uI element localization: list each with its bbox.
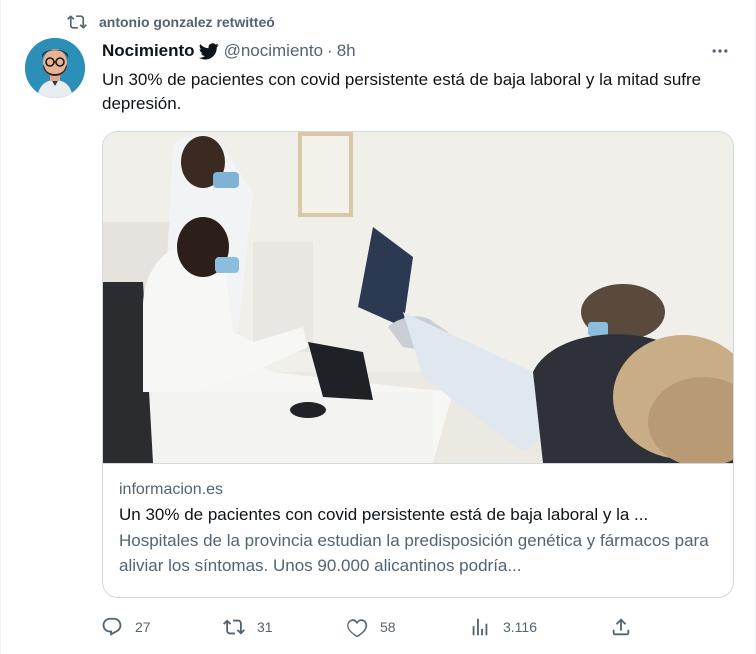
more-options-button[interactable]	[705, 38, 735, 64]
reply-count: 27	[135, 619, 151, 635]
twitter-bird-icon	[198, 43, 219, 60]
retweet-action-icon	[223, 619, 245, 635]
separator-dot: ·	[327, 41, 333, 60]
views-button[interactable]: 3.116	[469, 613, 537, 641]
retweet-button[interactable]: 31	[223, 613, 273, 641]
tweet-actions: 27 31 58 3.116	[101, 613, 641, 641]
heart-icon	[347, 619, 368, 638]
more-dots-icon	[712, 49, 728, 53]
link-description: Hospitales de la provincia estudian la p…	[119, 531, 709, 575]
link-card-meta: informacion.es Un 30% de pacientes con c…	[103, 463, 733, 597]
tweet-text: Un 30% de pacientes con covid persistent…	[102, 70, 702, 113]
tweet-card[interactable]: antonio gonzalez retwitteó Nocimiento @n…	[0, 0, 756, 654]
author-name[interactable]: Nocimiento	[102, 41, 195, 61]
retweet-count: 31	[257, 619, 273, 635]
tweet-header: Nocimiento @nocimiento · 8h	[102, 38, 739, 64]
retweet-icon	[67, 15, 87, 29]
link-title: Un 30% de pacientes con covid persistent…	[119, 505, 649, 524]
reply-icon	[102, 617, 122, 636]
share-icon	[612, 618, 630, 636]
avatar[interactable]	[25, 38, 85, 98]
link-preview-card[interactable]: informacion.es Un 30% de pacientes con c…	[102, 131, 734, 598]
views-chart-icon	[472, 618, 488, 636]
share-button[interactable]	[610, 613, 632, 641]
reply-button[interactable]: 27	[101, 613, 151, 641]
article-photo	[103, 132, 733, 463]
views-count: 3.116	[503, 619, 537, 635]
retweet-context: antonio gonzalez retwitteó	[67, 11, 275, 33]
like-button[interactable]: 58	[346, 613, 396, 641]
like-count: 58	[380, 619, 396, 635]
link-domain: informacion.es	[119, 481, 224, 498]
author-handle[interactable]: @nocimiento	[224, 41, 323, 61]
retweet-label[interactable]: antonio gonzalez retwitteó	[99, 14, 275, 30]
tweet-timestamp[interactable]: 8h	[337, 41, 356, 61]
avatar-illustration	[25, 38, 85, 98]
